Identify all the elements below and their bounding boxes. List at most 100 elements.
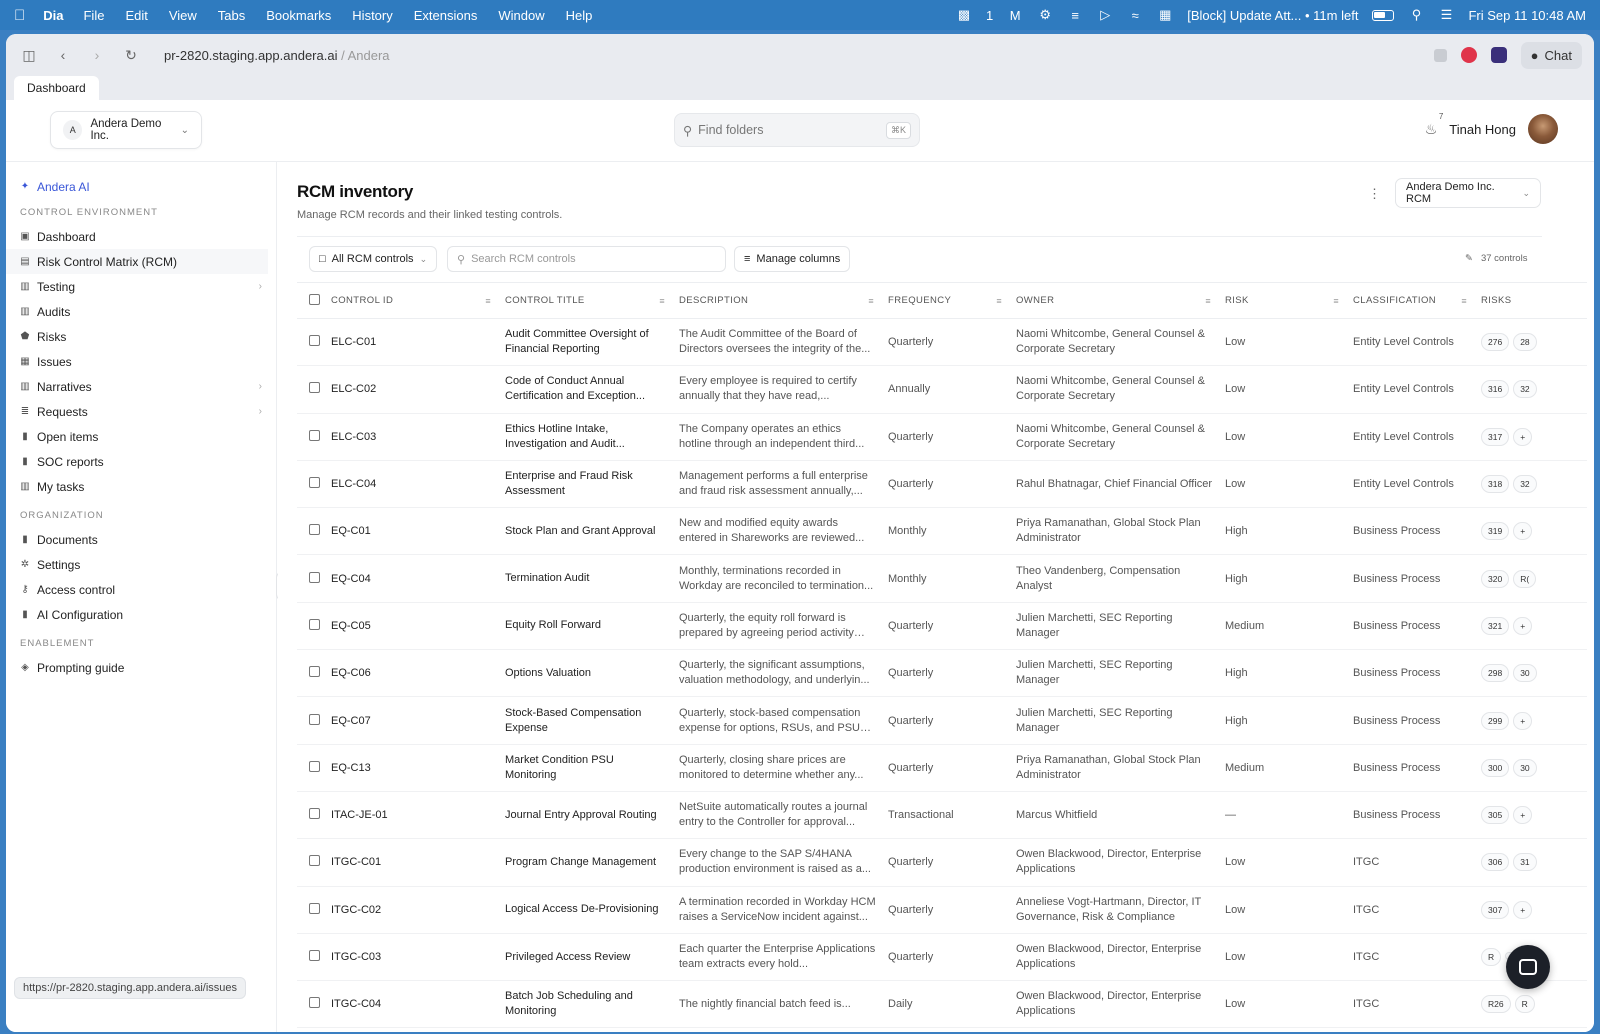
sidebar-item-open-items[interactable]: ▮ Open items [6, 424, 276, 449]
back-icon[interactable]: ‹ [52, 47, 74, 63]
risk-chip[interactable]: 300 [1481, 758, 1510, 777]
table-row[interactable]: ELC-C03 Ethics Hotline Intake, Investigat… [297, 413, 1587, 461]
col-description[interactable]: DESCRIPTION ≡ [679, 282, 888, 319]
add-risk-button[interactable]: + [1513, 711, 1533, 730]
sidebar-item-audits[interactable]: ▥ Audits [6, 299, 276, 324]
sidebar-item-access-control[interactable]: ⚷ Access control [6, 577, 276, 602]
table-row[interactable]: EQ-C05 Equity Roll Forward Quarterly, the … [297, 602, 1587, 651]
menu-view[interactable]: View [169, 8, 197, 23]
sidebar-item-settings[interactable]: ✲ Settings [6, 552, 276, 577]
gear-status-icon[interactable]: ⚙ [1037, 7, 1053, 22]
column-menu-icon[interactable]: ≡ [485, 296, 491, 306]
col-owner[interactable]: OWNER ≡ [1016, 282, 1225, 319]
row-checkbox[interactable] [309, 571, 320, 583]
menu-bookmarks[interactable]: Bookmarks [266, 8, 331, 23]
select-all-checkbox[interactable] [309, 293, 320, 305]
add-risk-button[interactable]: + [1513, 616, 1533, 635]
row-checkbox[interactable] [309, 808, 320, 820]
org-selector[interactable]: A Andera Demo Inc. ⌄ [50, 111, 202, 149]
column-menu-icon[interactable]: ≡ [1461, 296, 1467, 306]
risk-chip[interactable]: R [1514, 995, 1535, 1014]
adblock-icon[interactable] [1460, 47, 1477, 63]
chat-button[interactable]: ● Chat [1520, 41, 1582, 69]
edit-icon[interactable]: ✎ [1465, 253, 1473, 264]
menu-window[interactable]: Window [498, 8, 544, 23]
col-risks[interactable]: RISKS [1481, 282, 1587, 319]
avatar[interactable] [1528, 114, 1558, 144]
clock[interactable]: Fri Sep 11 10:48 AM [1468, 8, 1586, 23]
support-chat-button[interactable] [1506, 945, 1550, 989]
menu-file[interactable]: File [83, 8, 104, 23]
meeting-icon[interactable]: ▦ [1157, 7, 1173, 22]
menu-help[interactable]: Help [566, 8, 593, 23]
sidebar-item-requests[interactable]: ≣ Requests › [6, 399, 276, 424]
row-checkbox[interactable] [309, 618, 320, 630]
add-risk-button[interactable]: + [1513, 427, 1533, 446]
risk-chip[interactable]: 317 [1481, 427, 1510, 446]
add-risk-button[interactable]: + [1513, 522, 1533, 541]
risk-chip[interactable]: 30 [1513, 758, 1537, 777]
risk-chip[interactable]: 32 [1513, 380, 1537, 399]
row-checkbox[interactable] [309, 666, 320, 678]
risk-chip[interactable]: R [1481, 948, 1502, 966]
col-risk[interactable]: RISK ≡ [1225, 282, 1353, 319]
table-row[interactable]: ELC-C04 Enterprise and Fraud Risk Assessm… [297, 460, 1587, 509]
filter-dropdown[interactable]: □ All RCM controls ⌄ [309, 246, 438, 272]
add-risk-button[interactable]: + [1513, 900, 1533, 919]
row-checkbox[interactable] [309, 902, 320, 914]
col-classification[interactable]: CLASSIFICATION ≡ [1353, 282, 1481, 319]
layers-icon[interactable]: ≡ [1067, 8, 1083, 23]
copy-icon[interactable] [1433, 48, 1447, 62]
row-checkbox[interactable] [309, 760, 320, 772]
search-spotlight-icon[interactable]: ⚲ [1408, 7, 1424, 22]
risk-chip[interactable]: 30 [1513, 664, 1537, 683]
row-checkbox[interactable] [309, 335, 320, 347]
meeting-status[interactable]: [Block] Update Att... • 11m left [1187, 8, 1358, 23]
table-row[interactable]: ITGC-C01 Program Change Management Every c… [297, 838, 1587, 887]
risk-chip[interactable]: R26 [1481, 995, 1511, 1014]
menu-extensions[interactable]: Extensions [414, 8, 478, 23]
rcm-search-input[interactable]: ⚲ Search RCM controls [447, 246, 726, 272]
table-row[interactable]: EQ-C06 Options Valuation Quarterly, the si… [297, 649, 1587, 698]
manage-columns-button[interactable]: ≡ Manage columns [734, 246, 851, 272]
risk-chip[interactable]: 318 [1481, 475, 1510, 494]
col-control-title[interactable]: CONTROL TITLE ≡ [505, 282, 679, 319]
row-checkbox[interactable] [309, 524, 320, 536]
row-checkbox[interactable] [309, 382, 320, 394]
risk-chip[interactable]: 31 [1513, 853, 1537, 872]
status-app-icon[interactable]: ▩ [956, 7, 972, 22]
risk-chip[interactable]: 316 [1481, 380, 1510, 399]
sidebar-item-prompting-guide[interactable]: ◈ Prompting guide [6, 655, 276, 680]
reload-icon[interactable]: ↻ [120, 47, 142, 64]
risk-chip[interactable]: 307 [1481, 900, 1510, 919]
table-row[interactable]: EQ-C07 Stock-Based Compensation Expense Qu… [297, 696, 1587, 745]
risk-chip[interactable]: 298 [1481, 664, 1510, 683]
risk-chip[interactable]: 320 [1481, 569, 1510, 588]
extension-icon[interactable] [1490, 47, 1507, 63]
more-options-icon[interactable]: ⋮ [1368, 186, 1381, 202]
column-menu-icon[interactable]: ≡ [1333, 296, 1339, 306]
risk-chip[interactable]: R( [1513, 569, 1537, 588]
row-checkbox[interactable] [309, 429, 320, 441]
bell-icon[interactable]: ♨ 7 [1425, 112, 1444, 138]
add-risk-button[interactable]: + [1513, 806, 1533, 825]
user-menu[interactable]: ♨ 7 Tinah Hong [1425, 112, 1558, 144]
column-menu-icon[interactable]: ≡ [996, 296, 1002, 306]
sidebar-toggle-icon[interactable]: ◫ [18, 47, 40, 64]
column-menu-icon[interactable]: ≡ [868, 296, 874, 306]
row-checkbox[interactable] [309, 950, 320, 961]
tab-dashboard[interactable]: Dashboard [14, 76, 99, 100]
col-frequency[interactable]: FREQUENCY ≡ [888, 282, 1016, 319]
m-logo-icon[interactable]: M [1007, 8, 1023, 23]
sidebar-item-dashboard[interactable]: ▣ Dashboard [6, 224, 276, 249]
folder-search-input[interactable]: ⚲ Find folders ⌘K [674, 113, 920, 147]
col-control-id[interactable]: CONTROL ID ≡ [331, 282, 505, 319]
menu-edit[interactable]: Edit [125, 8, 147, 23]
risk-chip[interactable]: 321 [1481, 616, 1510, 635]
menu-tabs[interactable]: Tabs [218, 8, 245, 23]
risk-chip[interactable]: 305 [1481, 806, 1510, 825]
table-row[interactable]: ITGC-C02 Logical Access De-Provisioning A … [297, 886, 1587, 934]
table-row[interactable]: ITAC-JE-01 Journal Entry Approval Routing… [297, 791, 1587, 840]
address-bar[interactable]: pr-2820.staging.app.andera.ai / Andera [164, 48, 390, 63]
apple-icon[interactable]:  [14, 7, 25, 24]
